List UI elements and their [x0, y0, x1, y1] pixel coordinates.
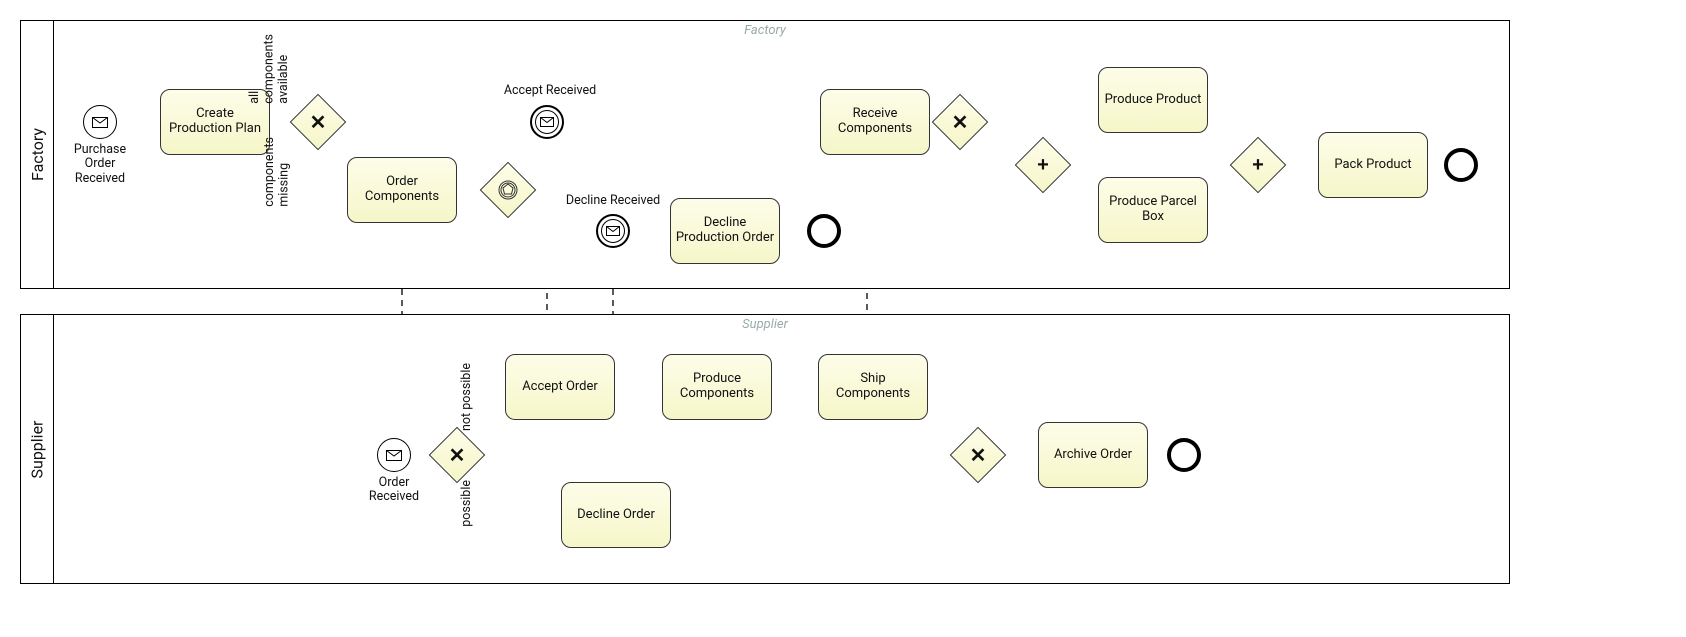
- task-label: Ship Components: [823, 372, 923, 402]
- end-event-supplier[interactable]: [1167, 438, 1201, 472]
- end-event-factory[interactable]: [1444, 148, 1478, 182]
- pool-supplier-title: Supplier: [28, 420, 47, 478]
- gw1-label-bottom: components missing: [263, 137, 292, 207]
- event-gateway-icon: [489, 171, 527, 209]
- pool-factory-title: Factory: [28, 128, 47, 181]
- start-event-purchase-order-received[interactable]: [83, 105, 117, 139]
- pool-factory-watermark: Factory: [744, 23, 786, 38]
- envelope-icon: [606, 226, 620, 236]
- event-decline-received-label: Decline Received: [558, 194, 668, 208]
- task-decline-order[interactable]: Decline Order: [561, 482, 671, 548]
- start-event-order-received[interactable]: [377, 438, 411, 472]
- xor-icon: ✕: [438, 436, 476, 474]
- task-label: Pack Product: [1334, 158, 1411, 173]
- task-receive-components[interactable]: Receive Components: [820, 89, 930, 155]
- event-accept-received-label: Accept Received: [495, 84, 605, 98]
- event-decline-received[interactable]: [596, 214, 630, 248]
- task-label: Produce Parcel Box: [1103, 195, 1203, 225]
- task-pack-product[interactable]: Pack Product: [1318, 132, 1428, 198]
- task-label: Archive Order: [1054, 448, 1132, 463]
- task-label: Create Production Plan: [165, 107, 265, 137]
- xor-icon: ✕: [941, 103, 979, 141]
- task-accept-order[interactable]: Accept Order: [505, 354, 615, 420]
- task-label: Decline Order: [577, 508, 655, 523]
- pool-factory-header: Factory: [21, 21, 54, 288]
- task-label: Produce Product: [1105, 93, 1202, 108]
- task-decline-production-order[interactable]: Decline Production Order: [670, 198, 780, 264]
- task-produce-parcel-box[interactable]: Produce Parcel Box: [1098, 177, 1208, 243]
- event-accept-received[interactable]: [530, 105, 564, 139]
- pool-supplier-watermark: Supplier: [742, 317, 788, 332]
- plus-icon: +: [1024, 146, 1062, 184]
- task-label: Accept Order: [522, 380, 598, 395]
- task-ship-components[interactable]: Ship Components: [818, 354, 928, 420]
- gw1-label-top: all components available: [248, 34, 291, 104]
- pool-supplier-header: Supplier: [21, 315, 54, 583]
- bpmn-canvas: Factory Factory Purchase Order Received …: [0, 0, 1686, 637]
- task-label: Order Components: [352, 175, 452, 205]
- task-archive-order[interactable]: Archive Order: [1038, 422, 1148, 488]
- task-label: Produce Components: [667, 372, 767, 402]
- task-produce-product[interactable]: Produce Product: [1098, 67, 1208, 133]
- envelope-icon: [386, 450, 402, 461]
- task-order-components[interactable]: Order Components: [347, 157, 457, 223]
- task-label: Receive Components: [825, 107, 925, 137]
- xor-icon: ✕: [959, 436, 997, 474]
- task-produce-components[interactable]: Produce Components: [662, 354, 772, 420]
- envelope-icon: [92, 117, 108, 128]
- end-event-decline[interactable]: [807, 214, 841, 248]
- gw-supplier-top: not possible: [460, 363, 474, 431]
- plus-icon: +: [1239, 146, 1277, 184]
- xor-icon: ✕: [299, 103, 337, 141]
- envelope-icon: [540, 117, 554, 127]
- task-label: Decline Production Order: [675, 216, 775, 246]
- start-event-label: Purchase Order Received: [65, 143, 135, 186]
- gw-supplier-bottom: possible: [460, 480, 474, 527]
- start-event-order-received-label: Order Received: [362, 476, 426, 505]
